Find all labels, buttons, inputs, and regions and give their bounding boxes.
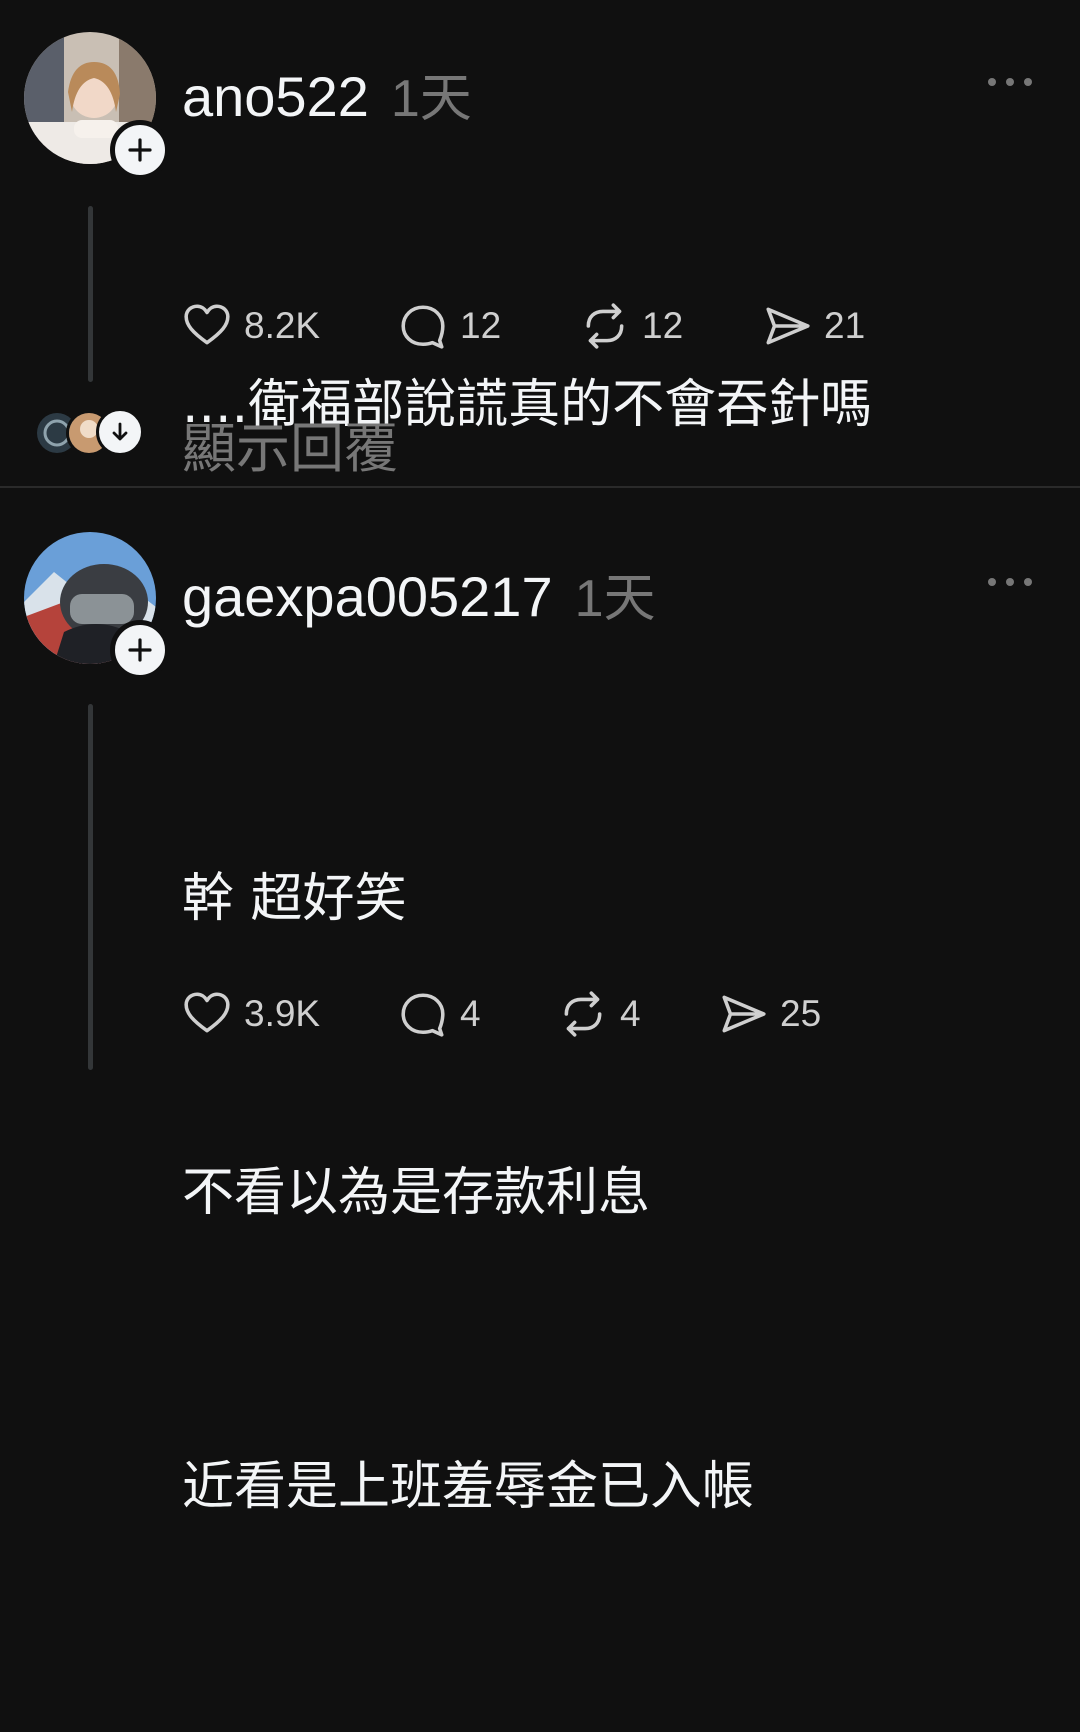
show-replies-button[interactable]: 顯示回覆 (0, 404, 1080, 480)
thread-post: ano522 1天 ....衛福部說謊真的不會吞針嗎 8.2K 12 12 21… (0, 0, 1080, 486)
repost-button[interactable]: 4 (558, 990, 641, 1038)
post-time: 1天 (574, 570, 656, 628)
like-button[interactable]: 8.2K (182, 302, 320, 350)
more-horizontal-icon (988, 78, 996, 86)
comment-bubble-icon (401, 993, 445, 1037)
post-text: 幹 超好笑 不看以為是存款利息 近看是上班羞辱金已入帳 (182, 654, 754, 1732)
like-count: 8.2K (244, 305, 321, 346)
repost-count: 12 (642, 305, 684, 346)
arrow-down-icon (112, 422, 128, 441)
plus-icon (128, 138, 152, 162)
share-count: 21 (824, 305, 866, 346)
repost-icon (564, 991, 602, 1037)
repost-button[interactable]: 12 (580, 302, 683, 350)
post-header: gaexpa005217 1天 (182, 556, 656, 631)
show-replies-label: 顯示回覆 (182, 417, 398, 480)
username[interactable]: ano522 (182, 65, 369, 128)
comment-button[interactable]: 12 (398, 302, 501, 350)
post-header: ano522 1天 (182, 56, 472, 131)
repost-count: 4 (620, 993, 641, 1034)
expand-replies-badge (96, 408, 144, 456)
comment-count: 4 (460, 993, 481, 1034)
heart-icon (184, 992, 230, 1033)
more-options-button[interactable] (988, 575, 1032, 589)
thread-line (88, 704, 93, 1070)
heart-icon (184, 304, 230, 345)
post-line: 近看是上班羞辱金已入帳 (182, 1457, 755, 1517)
post-time: 1天 (390, 70, 472, 128)
comment-bubble-icon (401, 305, 445, 349)
more-horizontal-icon (988, 578, 996, 586)
repost-icon (586, 303, 624, 349)
thread-post: gaexpa005217 1天 幹 超好笑 不看以為是存款利息 近看是上班羞辱金已… (0, 488, 1080, 1517)
like-count: 3.9K (244, 993, 321, 1034)
send-icon (766, 307, 810, 345)
like-button[interactable]: 3.9K (182, 990, 320, 1038)
more-options-button[interactable] (988, 75, 1032, 89)
share-button[interactable]: 25 (718, 990, 821, 1038)
thread-line (88, 206, 93, 382)
share-count: 25 (780, 993, 822, 1034)
share-button[interactable]: 21 (762, 302, 865, 350)
comment-button[interactable]: 4 (398, 990, 481, 1038)
send-icon (722, 995, 766, 1033)
comment-count: 12 (460, 305, 502, 346)
post-line: 幹 超好笑 (182, 869, 407, 929)
post-line: 不看以為是存款利息 (182, 1163, 651, 1223)
username[interactable]: gaexpa005217 (182, 565, 553, 628)
follow-button[interactable] (110, 620, 170, 680)
plus-icon (128, 638, 152, 662)
follow-button[interactable] (110, 120, 170, 180)
